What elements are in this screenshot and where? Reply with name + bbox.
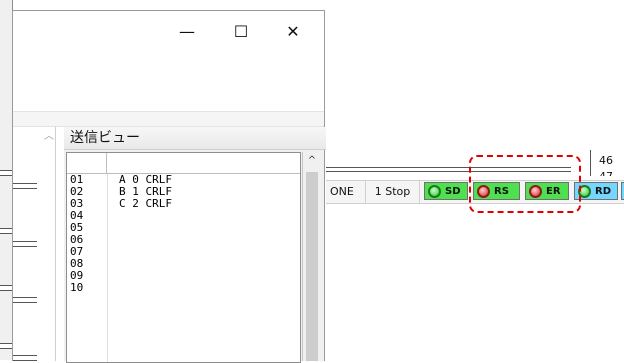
sd-label: SD <box>445 186 461 197</box>
maximize-icon: ☐ <box>233 21 249 41</box>
send-view-panel: 送信ビュー 01 A 0 CRLF 02 B 1 CRLF 03 C 2 CRLF 04 05… <box>64 127 326 363</box>
send-view-window: — ☐ ✕ ︿ 送信ビュー 01 A 0 CRLF 02 B 1 CRLF 03 C 2 … <box>12 10 326 363</box>
chevron-up-icon[interactable]: ︿ <box>43 127 55 142</box>
list-separator <box>0 285 12 291</box>
table-row[interactable]: 08 <box>67 258 300 270</box>
highlight-callout <box>469 155 581 213</box>
list-separator <box>13 297 37 303</box>
table-row[interactable]: 06 <box>67 234 300 246</box>
rd-label: RD <box>595 186 612 197</box>
grid-header <box>67 153 300 174</box>
minimize-button[interactable]: — <box>164 11 210 51</box>
parity-indicator: ONE <box>326 181 366 203</box>
list-separator <box>13 355 37 361</box>
maximize-button[interactable]: ☐ <box>218 11 264 51</box>
list-separator <box>13 241 37 247</box>
row-data: C 2 CRLF <box>119 197 172 210</box>
close-icon: ✕ <box>286 21 300 41</box>
header-cell-data <box>107 153 297 173</box>
minimize-icon: — <box>179 21 195 41</box>
panel-title: 送信ビュー <box>64 127 326 150</box>
title-bar: — ☐ ✕ <box>13 11 324 51</box>
list-separator <box>0 170 12 176</box>
list-separator <box>0 343 12 349</box>
row-number: 10 <box>70 281 84 294</box>
counter-value-next: 47 <box>599 170 613 176</box>
list-separator <box>0 228 12 234</box>
table-row[interactable]: 09 <box>67 270 300 282</box>
scrollbar-thumb[interactable] <box>306 172 318 361</box>
list-separator <box>13 183 37 189</box>
led-on-icon <box>428 185 441 198</box>
vertical-scrollbar[interactable]: ^ <box>302 152 321 361</box>
stop-bits-indicator: 1 Stop <box>366 181 420 203</box>
counter-value: 46 <box>599 154 613 167</box>
line-counter: 46 47 <box>590 150 624 176</box>
send-data-grid[interactable]: 01 A 0 CRLF 02 B 1 CRLF 03 C 2 CRLF 04 05 06 07 08… <box>66 152 301 363</box>
toolbar-strip <box>13 111 324 127</box>
sd-lamp: SD <box>424 182 468 200</box>
header-cell-no <box>67 153 107 173</box>
grid-rows: 01 A 0 CRLF 02 B 1 CRLF 03 C 2 CRLF 04 05 06 07 08… <box>67 174 300 294</box>
close-button[interactable]: ✕ <box>270 11 316 51</box>
menu-area <box>13 51 324 111</box>
table-row[interactable]: 10 <box>67 282 300 294</box>
table-row[interactable]: 02 B 1 CRLF <box>67 186 300 198</box>
table-row[interactable]: 05 <box>67 222 300 234</box>
table-row[interactable]: 07 <box>67 246 300 258</box>
left-list-pane[interactable]: ︿ <box>13 127 56 361</box>
chevron-up-icon[interactable]: ^ <box>303 152 321 170</box>
table-row[interactable]: 04 <box>67 210 300 222</box>
table-row[interactable]: 03 C 2 CRLF <box>67 198 300 210</box>
table-row[interactable]: 01 A 0 CRLF <box>67 174 300 186</box>
